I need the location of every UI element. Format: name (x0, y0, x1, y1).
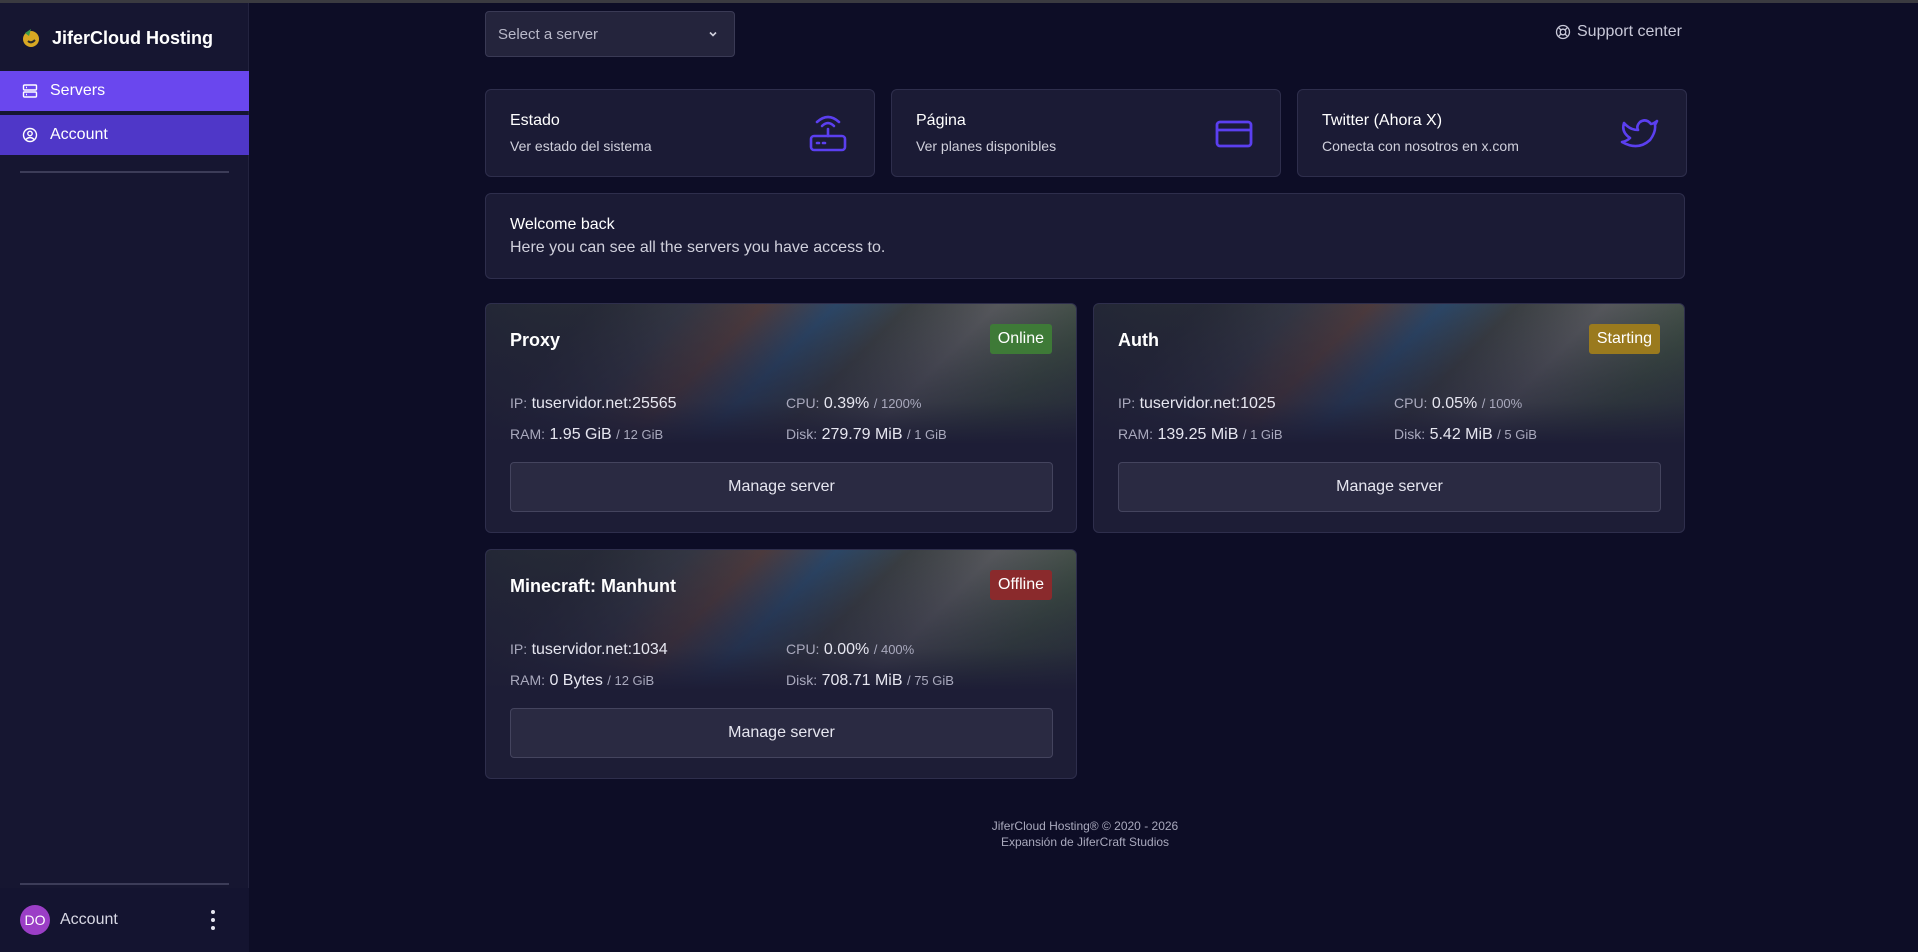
server-ram: RAM: 139.25 MiB / 1 GiB (1118, 426, 1283, 443)
welcome-subtitle: Here you can see all the servers you hav… (510, 239, 886, 256)
lifebuoy-icon (1555, 24, 1571, 40)
twitter-card[interactable]: Twitter (Ahora X) Conecta con nosotros e… (1297, 89, 1687, 177)
card-title: Página (916, 112, 966, 129)
avatar[interactable]: DO (20, 905, 50, 935)
manage-server-button[interactable]: Manage server (510, 462, 1053, 512)
top-border (0, 0, 1918, 3)
card-title: Twitter (Ahora X) (1322, 112, 1443, 129)
user-circle-icon (22, 127, 38, 143)
support-label: Support center (1577, 23, 1682, 40)
support-center-link[interactable]: Support center (1555, 23, 1682, 41)
server-ram: RAM: 1.95 GiB / 12 GiB (510, 426, 664, 443)
server-ip: IP: tuservidor.net:1034 (510, 641, 668, 658)
server-select-placeholder: Select a server (498, 25, 599, 43)
card-subtitle: Conecta con nosotros en x.com (1322, 138, 1519, 154)
server-ram: RAM: 0 Bytes / 12 GiB (510, 672, 655, 689)
footer-copyright: JiferCloud Hosting® © 2020 - 2026 (991, 819, 1179, 833)
card-title: Estado (510, 112, 560, 129)
welcome-panel: Welcome back Here you can see all the se… (485, 193, 1685, 279)
logo-icon (23, 29, 39, 47)
server-ip: IP: tuservidor.net:25565 (510, 395, 677, 412)
status-badge: Starting (1588, 324, 1660, 354)
server-card: Minecraft: Manhunt Offline IP: tuservido… (485, 549, 1077, 779)
brand[interactable]: JiferCloud Hosting (20, 27, 213, 49)
sidebar-item-label: Account (50, 126, 108, 143)
sidebar: JiferCloud Hosting Servers Account DO Ac… (0, 3, 249, 952)
chevron-down-icon (709, 31, 717, 37)
divider (20, 883, 229, 885)
manage-server-button[interactable]: Manage server (1118, 462, 1661, 512)
sidebar-item-account[interactable]: Account (0, 115, 249, 155)
server-icon (22, 84, 38, 98)
server-banner (486, 550, 1076, 690)
status-badge: Online (989, 324, 1052, 354)
twitter-icon (1620, 119, 1659, 148)
credit-card-icon (1215, 120, 1253, 148)
server-disk: Disk: 5.42 MiB / 5 GiB (1394, 426, 1537, 443)
welcome-title: Welcome back (510, 216, 615, 233)
server-cpu: CPU: 0.39% / 1200% (786, 395, 922, 412)
user-menu[interactable]: DO Account (0, 888, 249, 952)
user-label[interactable]: Account (60, 911, 118, 929)
footer-credit: Expansión de JiferCraft Studios (1000, 835, 1170, 849)
server-select[interactable]: Select a server (485, 11, 735, 57)
footer: JiferCloud Hosting® © 2020 - 2026 Expans… (885, 818, 1285, 850)
server-cpu: CPU: 0.05% / 100% (1394, 395, 1523, 412)
server-name: Proxy (510, 330, 561, 350)
sidebar-item-servers[interactable]: Servers (0, 71, 249, 111)
server-card: Proxy Online IP: tuservidor.net:25565 CP… (485, 303, 1077, 533)
more-vertical-icon[interactable] (211, 910, 215, 930)
server-disk: Disk: 708.71 MiB / 75 GiB (786, 672, 954, 689)
manage-server-button[interactable]: Manage server (510, 708, 1053, 758)
sidebar-item-label: Servers (50, 82, 106, 99)
plans-card[interactable]: Página Ver planes disponibles (891, 89, 1281, 177)
server-cpu: CPU: 0.00% / 400% (786, 641, 915, 658)
status-badge: Offline (990, 570, 1052, 600)
server-banner (486, 304, 1076, 444)
server-disk: Disk: 279.79 MiB / 1 GiB (786, 426, 947, 443)
card-subtitle: Ver estado del sistema (510, 138, 652, 154)
server-name: Auth (1118, 330, 1159, 350)
status-card[interactable]: Estado Ver estado del sistema (485, 89, 875, 177)
card-subtitle: Ver planes disponibles (916, 138, 1057, 154)
server-name: Minecraft: Manhunt (510, 576, 676, 596)
server-ip: IP: tuservidor.net:1025 (1118, 395, 1276, 412)
router-icon (809, 115, 847, 152)
server-card: Auth Starting IP: tuservidor.net:1025 CP… (1093, 303, 1685, 533)
divider (20, 171, 229, 173)
brand-name: JiferCloud Hosting (52, 27, 213, 48)
